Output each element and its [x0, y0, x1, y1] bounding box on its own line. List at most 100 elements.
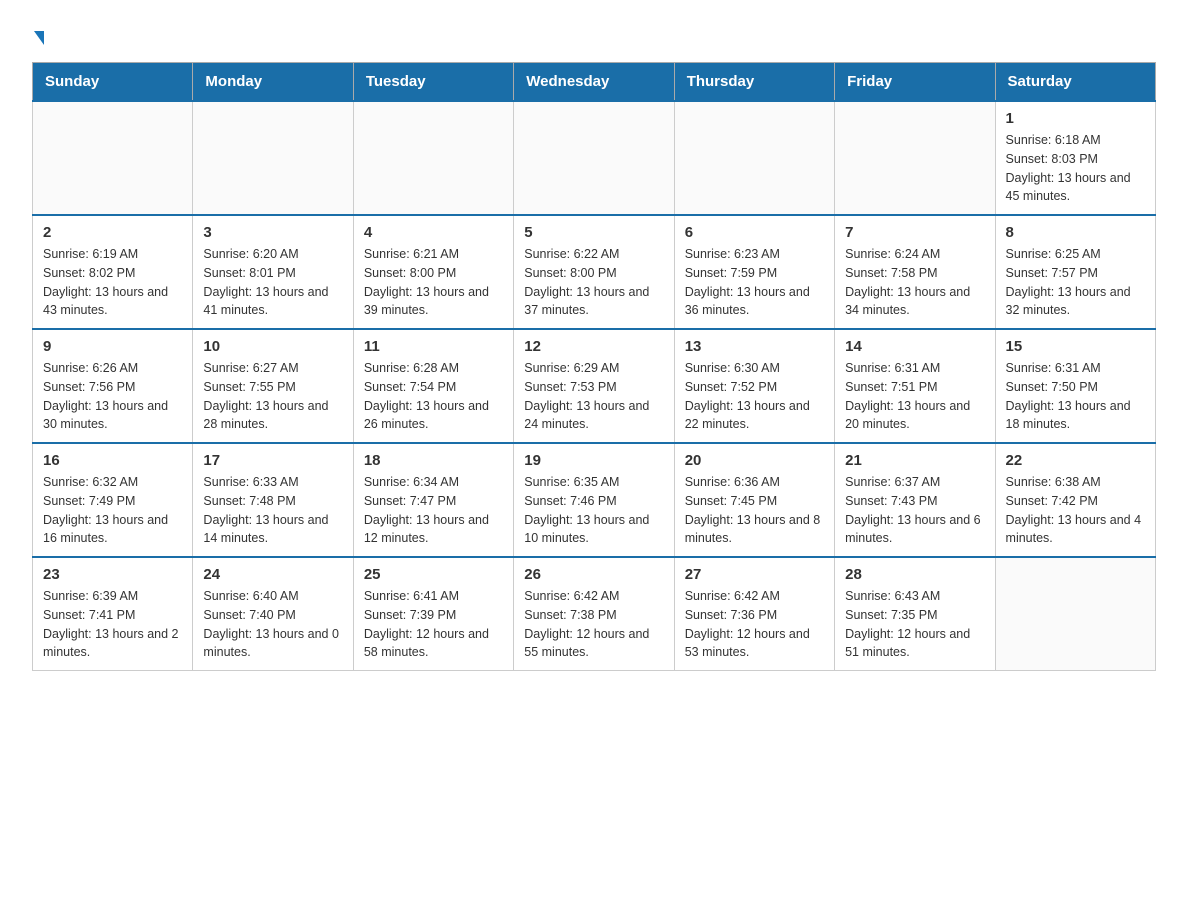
day-number: 23	[43, 566, 182, 583]
week-row-5: 23 Sunrise: 6:39 AMSunset: 7:41 PMDayligh…	[33, 557, 1156, 671]
day-number: 17	[203, 452, 342, 469]
calendar-cell: 23 Sunrise: 6:39 AMSunset: 7:41 PMDayligh…	[33, 557, 193, 671]
calendar-table: SundayMondayTuesdayWednesdayThursdayFrid…	[32, 62, 1156, 671]
day-number: 28	[845, 566, 984, 583]
day-info: Sunrise: 6:23 AMSunset: 7:59 PMDaylight:…	[685, 245, 824, 320]
day-number: 24	[203, 566, 342, 583]
day-info: Sunrise: 6:28 AMSunset: 7:54 PMDaylight:…	[364, 359, 503, 434]
day-info: Sunrise: 6:36 AMSunset: 7:45 PMDaylight:…	[685, 473, 824, 548]
week-row-1: 1 Sunrise: 6:18 AMSunset: 8:03 PMDaylight…	[33, 101, 1156, 215]
logo-arrow-icon	[34, 31, 44, 45]
column-header-thursday: Thursday	[674, 63, 834, 102]
calendar-cell: 28 Sunrise: 6:43 AMSunset: 7:35 PMDayligh…	[835, 557, 995, 671]
day-number: 6	[685, 224, 824, 241]
calendar-cell	[995, 557, 1155, 671]
column-header-sunday: Sunday	[33, 63, 193, 102]
calendar-cell: 19 Sunrise: 6:35 AMSunset: 7:46 PMDayligh…	[514, 443, 674, 557]
day-number: 18	[364, 452, 503, 469]
column-header-wednesday: Wednesday	[514, 63, 674, 102]
calendar-cell: 12 Sunrise: 6:29 AMSunset: 7:53 PMDayligh…	[514, 329, 674, 443]
day-number: 9	[43, 338, 182, 355]
calendar-cell	[514, 101, 674, 215]
day-number: 8	[1006, 224, 1145, 241]
day-info: Sunrise: 6:19 AMSunset: 8:02 PMDaylight:…	[43, 245, 182, 320]
day-info: Sunrise: 6:33 AMSunset: 7:48 PMDaylight:…	[203, 473, 342, 548]
calendar-cell: 26Sunrise: 6:42 AMSunset: 7:38 PMDayligh…	[514, 557, 674, 671]
calendar-cell: 14 Sunrise: 6:31 AMSunset: 7:51 PMDayligh…	[835, 329, 995, 443]
day-number: 19	[524, 452, 663, 469]
calendar-cell	[674, 101, 834, 215]
day-info: Sunrise: 6:18 AMSunset: 8:03 PMDaylight:…	[1006, 131, 1145, 206]
calendar-cell: 4 Sunrise: 6:21 AMSunset: 8:00 PMDaylight…	[353, 215, 513, 329]
day-number: 10	[203, 338, 342, 355]
day-number: 20	[685, 452, 824, 469]
day-info: Sunrise: 6:42 AMSunset: 7:36 PMDaylight:…	[685, 587, 824, 662]
day-info: Sunrise: 6:25 AMSunset: 7:57 PMDaylight:…	[1006, 245, 1145, 320]
calendar-cell	[353, 101, 513, 215]
day-info: Sunrise: 6:22 AMSunset: 8:00 PMDaylight:…	[524, 245, 663, 320]
calendar-header-row: SundayMondayTuesdayWednesdayThursdayFrid…	[33, 63, 1156, 102]
column-header-friday: Friday	[835, 63, 995, 102]
week-row-4: 16 Sunrise: 6:32 AMSunset: 7:49 PMDayligh…	[33, 443, 1156, 557]
day-number: 13	[685, 338, 824, 355]
column-header-tuesday: Tuesday	[353, 63, 513, 102]
day-info: Sunrise: 6:27 AMSunset: 7:55 PMDaylight:…	[203, 359, 342, 434]
day-number: 25	[364, 566, 503, 583]
day-number: 26	[524, 566, 663, 583]
day-number: 1	[1006, 110, 1145, 127]
day-info: Sunrise: 6:20 AMSunset: 8:01 PMDaylight:…	[203, 245, 342, 320]
day-info: Sunrise: 6:26 AMSunset: 7:56 PMDaylight:…	[43, 359, 182, 434]
calendar-cell: 22Sunrise: 6:38 AMSunset: 7:42 PMDayligh…	[995, 443, 1155, 557]
day-info: Sunrise: 6:29 AMSunset: 7:53 PMDaylight:…	[524, 359, 663, 434]
day-info: Sunrise: 6:40 AMSunset: 7:40 PMDaylight:…	[203, 587, 342, 662]
day-number: 21	[845, 452, 984, 469]
calendar-cell: 13 Sunrise: 6:30 AMSunset: 7:52 PMDayligh…	[674, 329, 834, 443]
calendar-cell: 2 Sunrise: 6:19 AMSunset: 8:02 PMDaylight…	[33, 215, 193, 329]
day-info: Sunrise: 6:24 AMSunset: 7:58 PMDaylight:…	[845, 245, 984, 320]
calendar-cell: 17 Sunrise: 6:33 AMSunset: 7:48 PMDayligh…	[193, 443, 353, 557]
day-number: 5	[524, 224, 663, 241]
calendar-cell	[835, 101, 995, 215]
day-number: 27	[685, 566, 824, 583]
calendar-cell	[193, 101, 353, 215]
day-info: Sunrise: 6:34 AMSunset: 7:47 PMDaylight:…	[364, 473, 503, 548]
day-info: Sunrise: 6:43 AMSunset: 7:35 PMDaylight:…	[845, 587, 984, 662]
calendar-cell: 21 Sunrise: 6:37 AMSunset: 7:43 PMDayligh…	[835, 443, 995, 557]
day-info: Sunrise: 6:35 AMSunset: 7:46 PMDaylight:…	[524, 473, 663, 548]
day-info: Sunrise: 6:30 AMSunset: 7:52 PMDaylight:…	[685, 359, 824, 434]
calendar-cell: 10 Sunrise: 6:27 AMSunset: 7:55 PMDayligh…	[193, 329, 353, 443]
logo	[32, 24, 44, 46]
day-number: 15	[1006, 338, 1145, 355]
page-header	[32, 24, 1156, 46]
calendar-cell: 1 Sunrise: 6:18 AMSunset: 8:03 PMDaylight…	[995, 101, 1155, 215]
day-info: Sunrise: 6:21 AMSunset: 8:00 PMDaylight:…	[364, 245, 503, 320]
day-info: Sunrise: 6:39 AMSunset: 7:41 PMDaylight:…	[43, 587, 182, 662]
day-number: 2	[43, 224, 182, 241]
week-row-3: 9 Sunrise: 6:26 AMSunset: 7:56 PMDaylight…	[33, 329, 1156, 443]
day-number: 4	[364, 224, 503, 241]
day-number: 7	[845, 224, 984, 241]
calendar-cell: 9 Sunrise: 6:26 AMSunset: 7:56 PMDaylight…	[33, 329, 193, 443]
day-info: Sunrise: 6:31 AMSunset: 7:50 PMDaylight:…	[1006, 359, 1145, 434]
day-number: 14	[845, 338, 984, 355]
day-info: Sunrise: 6:37 AMSunset: 7:43 PMDaylight:…	[845, 473, 984, 548]
day-info: Sunrise: 6:32 AMSunset: 7:49 PMDaylight:…	[43, 473, 182, 548]
calendar-cell: 15 Sunrise: 6:31 AMSunset: 7:50 PMDayligh…	[995, 329, 1155, 443]
calendar-cell: 6 Sunrise: 6:23 AMSunset: 7:59 PMDaylight…	[674, 215, 834, 329]
calendar-cell: 8 Sunrise: 6:25 AMSunset: 7:57 PMDaylight…	[995, 215, 1155, 329]
day-number: 11	[364, 338, 503, 355]
day-number: 3	[203, 224, 342, 241]
calendar-cell: 25 Sunrise: 6:41 AMSunset: 7:39 PMDayligh…	[353, 557, 513, 671]
calendar-cell: 11 Sunrise: 6:28 AMSunset: 7:54 PMDayligh…	[353, 329, 513, 443]
day-number: 16	[43, 452, 182, 469]
day-info: Sunrise: 6:31 AMSunset: 7:51 PMDaylight:…	[845, 359, 984, 434]
column-header-saturday: Saturday	[995, 63, 1155, 102]
day-info: Sunrise: 6:41 AMSunset: 7:39 PMDaylight:…	[364, 587, 503, 662]
calendar-cell: 7 Sunrise: 6:24 AMSunset: 7:58 PMDaylight…	[835, 215, 995, 329]
day-number: 12	[524, 338, 663, 355]
calendar-cell: 24 Sunrise: 6:40 AMSunset: 7:40 PMDayligh…	[193, 557, 353, 671]
calendar-cell: 18 Sunrise: 6:34 AMSunset: 7:47 PMDayligh…	[353, 443, 513, 557]
calendar-cell: 27 Sunrise: 6:42 AMSunset: 7:36 PMDayligh…	[674, 557, 834, 671]
week-row-2: 2 Sunrise: 6:19 AMSunset: 8:02 PMDaylight…	[33, 215, 1156, 329]
calendar-cell: 3 Sunrise: 6:20 AMSunset: 8:01 PMDaylight…	[193, 215, 353, 329]
